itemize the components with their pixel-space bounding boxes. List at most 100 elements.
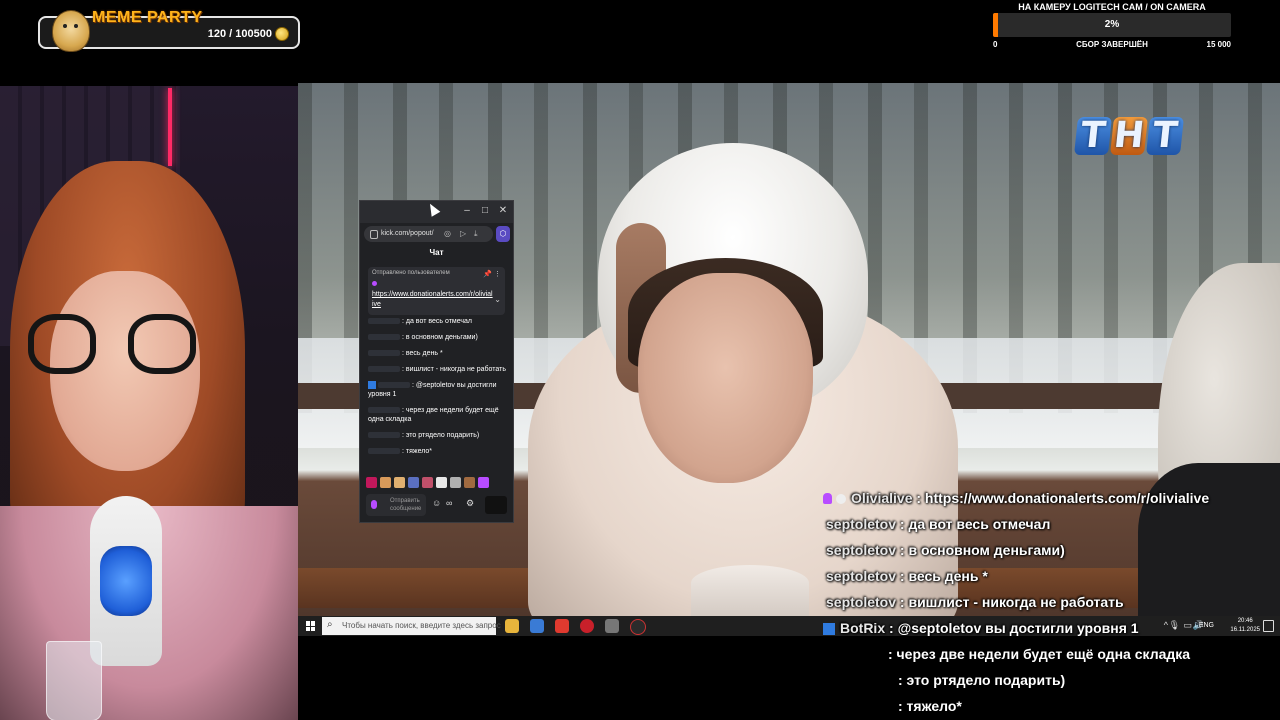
settings-icon[interactable]	[605, 619, 619, 633]
pinned-label: Отправлено пользователем	[372, 270, 450, 276]
chat-message: : через две недели будет ещё одна складк…	[368, 406, 507, 424]
chat-message: : весь день *	[368, 349, 507, 358]
address-bar[interactable]: kick.com/popout/ ◎ ▷ ⤓	[364, 226, 493, 242]
goal-title: НА КАМЕРУ LOGITECH CAM / ON CAMERA	[1018, 2, 1206, 12]
glasses-icon	[28, 314, 96, 374]
coin-icon	[275, 27, 289, 41]
emote-icon[interactable]	[464, 477, 475, 488]
chat-message: : в основном деньгами)	[368, 333, 507, 342]
overlay-chat-line: : через две недели будет ещё одна складк…	[888, 646, 1190, 662]
emote-picker-icon[interactable]: ☺	[432, 498, 441, 508]
mic-icon[interactable]: 🎙	[1169, 620, 1180, 631]
pin-icon[interactable]: 📌 ⋮	[483, 270, 501, 278]
emote-icon[interactable]	[450, 477, 461, 488]
emote-icon[interactable]	[478, 477, 489, 488]
username-blurred	[368, 432, 400, 439]
message-text: : тяжело*	[402, 448, 433, 455]
taskbar-search[interactable]: ⌕ Чтобы начать поиск, введите здесь запр…	[322, 617, 501, 635]
notification-icon[interactable]	[1263, 620, 1274, 632]
windows-taskbar: ⌕ Чтобы начать поиск, введите здесь запр…	[298, 616, 1280, 636]
video-woman-face	[638, 273, 813, 483]
chat-popup-window[interactable]: – □ ✕ kick.com/popout/ ◎ ▷ ⤓ ⬡ Чат Отпра…	[359, 200, 514, 523]
doge-icon	[52, 10, 90, 52]
emote-icon[interactable]	[394, 477, 405, 488]
video-jacket	[1138, 463, 1280, 636]
shield-icon[interactable]: ◎	[444, 228, 451, 240]
address-url: kick.com/popout/	[381, 230, 434, 237]
message-text: : вишлист - никогда не работать	[402, 366, 506, 373]
minimize-icon[interactable]: –	[460, 204, 474, 218]
emote-icon[interactable]	[366, 477, 377, 488]
taskbar-search-placeholder: Чтобы начать поиск, введите здесь запрос	[342, 621, 501, 630]
bot-icon	[368, 381, 376, 390]
extension-icon[interactable]: ⬡	[496, 226, 510, 242]
chat-message: : тяжело*	[368, 447, 507, 456]
close-icon[interactable]: ✕	[496, 204, 510, 218]
username-blurred	[368, 334, 400, 341]
chat-message: : да вот весь отмечал	[368, 317, 507, 326]
windows-start-icon[interactable]	[306, 621, 316, 631]
clock-date: 16.11.2025	[1230, 627, 1260, 633]
message-text: : весь день *	[402, 350, 443, 357]
glasses-icon	[128, 314, 196, 374]
infinity-icon[interactable]: ∞	[446, 498, 452, 508]
tnt-logo-letter: Т	[1074, 115, 1112, 156]
maximize-icon[interactable]: □	[478, 204, 492, 218]
overlay-chat-line: : тяжело*	[898, 698, 962, 714]
goal-status-label: СБОР ЗАВЕРШЁН	[1076, 40, 1148, 49]
tnt-logo-letter: Т	[1146, 115, 1184, 156]
overlay-message: : через две недели будет ещё одна складк…	[888, 646, 1191, 662]
chat-input-placeholder: Отправить сообщение	[390, 498, 422, 512]
chat-message: : @septoletov вы достигли уровня 1	[368, 381, 507, 399]
search-icon: ⌕	[327, 619, 333, 630]
username-blurred	[368, 350, 400, 357]
goal-percent: 2%	[1104, 19, 1120, 30]
pinned-link[interactable]: https://www.donationalerts.com/r/olivial…	[372, 290, 493, 310]
network-icon[interactable]: ▭	[1183, 620, 1192, 631]
chat-input[interactable]: Отправить сообщение	[366, 494, 426, 516]
store-icon[interactable]	[530, 619, 544, 633]
emote-icon[interactable]	[436, 477, 447, 488]
tnt-logo-letter: Н	[1110, 115, 1148, 156]
clock-time: 20:46	[1237, 618, 1253, 624]
username-blurred	[368, 366, 400, 373]
lock-icon	[370, 230, 378, 239]
chat-messages: : да вот весь отмечал : в основном деньг…	[368, 317, 507, 463]
send-icon[interactable]: ▷	[460, 228, 466, 240]
username-blurred	[368, 407, 400, 414]
username-blurred	[368, 448, 400, 455]
send-button[interactable]	[485, 496, 507, 514]
mic-badge-icon	[372, 281, 377, 286]
message-text: : да вот весь отмечал	[402, 318, 473, 325]
meme-party-title: MEME PARTY	[92, 9, 203, 26]
opera-icon[interactable]	[580, 619, 594, 633]
taskbar-clock[interactable]: 20:46 16.11.2025	[1230, 617, 1260, 635]
meme-party-count: 120 / 100500	[207, 28, 272, 40]
chevron-down-icon[interactable]: ⌄	[494, 295, 501, 304]
emote-icon[interactable]	[422, 477, 433, 488]
chat-message: : вишлист - никогда не работать	[368, 365, 507, 374]
blue-lamp	[90, 496, 162, 666]
message-text: : в основном деньгами)	[402, 334, 478, 341]
folder-icon[interactable]	[505, 619, 519, 633]
overlay-chat-line: : это ртядело подарить)	[898, 672, 1065, 688]
emote-bar[interactable]	[366, 477, 507, 489]
emote-icon[interactable]	[380, 477, 391, 488]
download-icon[interactable]: ⤓	[474, 228, 478, 240]
goal-progress-bar: 2%	[993, 13, 1231, 37]
language-indicator[interactable]: ENG	[1199, 622, 1214, 629]
obs-icon[interactable]	[630, 619, 646, 635]
gear-icon[interactable]: ⚙	[466, 498, 474, 509]
chat-input-row: Отправить сообщение ☺ ∞ ⚙	[366, 494, 507, 516]
donation-goal: НА КАМЕРУ LOGITECH CAM / ON CAMERA 2% 0 …	[993, 0, 1231, 52]
emote-icon[interactable]	[408, 477, 419, 488]
mic-icon	[371, 500, 377, 509]
overlay-message: : это ртядело подарить)	[898, 672, 1066, 688]
username-blurred	[378, 382, 410, 389]
chevron-up-icon[interactable]: ^	[1164, 620, 1168, 630]
meme-party-widget: MEME PARTY 120 / 100500	[38, 9, 300, 52]
yandex-icon[interactable]	[555, 619, 569, 633]
pinned-message[interactable]: Отправлено пользователем 📌 ⋮ https://www…	[368, 267, 505, 315]
tnt-logo: Т Н Т	[1074, 115, 1184, 156]
overlay-message: : тяжело*	[898, 698, 962, 714]
